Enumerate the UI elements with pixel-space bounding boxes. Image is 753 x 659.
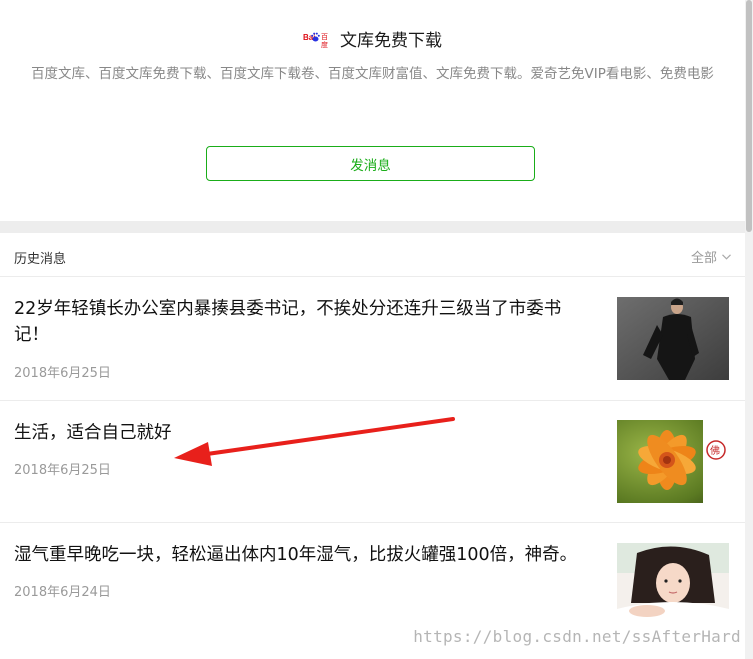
red-arrow-icon: [174, 417, 455, 466]
svg-text:佛: 佛: [710, 444, 720, 457]
message-title[interactable]: 22岁年轻镇长办公室内暴揍县委书记，不挨处分还连升三级当了市委书记！: [14, 296, 584, 348]
watermark: https://blog.csdn.net/ssAfterHard: [413, 627, 741, 646]
account-header: Bai 百度 文库免费下载: [0, 26, 745, 51]
account-name: 文库免费下载: [340, 30, 442, 51]
message-date: 2018年6月25日: [14, 366, 111, 381]
history-header: 历史消息 全部: [0, 233, 745, 277]
message-item[interactable]: 22岁年轻镇长办公室内暴揍县委书记，不挨处分还连升三级当了市委书记！ 2018年…: [0, 277, 745, 401]
baidu-logo-icon: Bai 百度: [303, 32, 328, 49]
message-thumbnail[interactable]: 佛: [617, 420, 729, 503]
message-thumbnail[interactable]: [617, 297, 729, 380]
account-description: 百度文库、百度文库免费下载、百度文库下载卷、百度文库财富值、文库免费下载。爱奇艺…: [31, 66, 714, 82]
message-date: 2018年6月25日: [14, 463, 111, 478]
message-thumbnail[interactable]: [617, 543, 729, 626]
history-title: 历史消息: [14, 252, 67, 267]
filter-dropdown[interactable]: 全部: [691, 247, 731, 266]
filter-label: 全部: [690, 251, 717, 266]
send-message-button[interactable]: 发消息: [206, 146, 535, 181]
chevron-down-icon: [722, 253, 731, 260]
message-date: 2018年6月24日: [14, 585, 111, 600]
message-title[interactable]: 湿气重早晚吃一块，轻松逼出体内10年湿气，比拔火罐强100倍，神奇。: [14, 542, 584, 568]
scrollbar-thumb[interactable]: [746, 0, 752, 232]
profile-card: Bai 百度 文库免费下载 百度文库、百度文库免费下载、百度文库下载卷、百度文库…: [0, 0, 745, 221]
